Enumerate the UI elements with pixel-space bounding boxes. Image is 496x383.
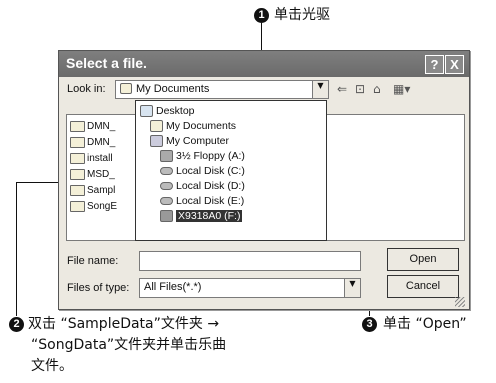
up-folder-icon[interactable]: ⊡	[355, 82, 365, 96]
callout-2-leader-h	[16, 182, 64, 183]
file-name: MSD_	[87, 169, 115, 181]
dropdown-item-local-disk-c[interactable]: Local Disk (C:)	[160, 164, 245, 178]
file-name: install	[87, 153, 113, 165]
chevron-down-icon[interactable]: ▼	[312, 81, 328, 98]
folder-icon	[70, 137, 85, 148]
select-file-dialog: Select a file. ? X Look in: My Documents…	[58, 50, 470, 310]
callout-2-leader-v	[16, 182, 17, 316]
dropdown-item-local-disk-e[interactable]: Local Disk (E:)	[160, 194, 244, 208]
callout-1-number: 1	[254, 8, 269, 23]
dropdown-item-desktop[interactable]: Desktop	[140, 104, 195, 118]
list-item[interactable]: Sampl	[70, 185, 115, 198]
file-name: SongE	[87, 201, 118, 213]
new-folder-icon[interactable]: ⌂	[373, 82, 381, 96]
file-name: DMN_	[87, 121, 116, 133]
open-button[interactable]: Open	[387, 248, 459, 271]
folder-icon	[70, 121, 85, 132]
list-item[interactable]: install	[70, 153, 113, 166]
cancel-button[interactable]: Cancel	[387, 275, 459, 298]
dropdown-item-local-disk-d[interactable]: Local Disk (D:)	[160, 179, 245, 193]
folder-icon	[120, 83, 132, 94]
removable-drive-icon	[160, 210, 173, 223]
close-button[interactable]: X	[445, 55, 464, 74]
view-menu-icon[interactable]: ▦▾	[393, 82, 410, 96]
disk-icon	[160, 182, 173, 191]
filetype-label: Files of type:	[67, 282, 130, 294]
file-name: Sampl	[87, 185, 116, 197]
desktop-icon	[140, 105, 153, 118]
computer-icon	[150, 135, 163, 148]
filetype-value: All Files(*.*)	[144, 281, 202, 293]
callout-3-number: 3	[362, 317, 377, 332]
filetype-select[interactable]: All Files(*.*) ▼	[139, 278, 361, 298]
dropdown-item-floppy[interactable]: 3½ Floppy (A:)	[160, 149, 245, 163]
filename-input[interactable]	[139, 251, 361, 271]
folder-icon	[150, 120, 163, 133]
disk-icon	[160, 197, 173, 206]
dropdown-item-drive-f-selected[interactable]: X9318A0 (F:)	[160, 209, 243, 223]
lookin-combobox[interactable]: My Documents ▼	[115, 80, 329, 99]
callout-2-number: 2	[9, 317, 24, 332]
callout-3-text: 单击 “Open”	[383, 316, 467, 332]
folder-icon	[70, 169, 85, 180]
lookin-label: Look in:	[67, 83, 106, 95]
dialog-title: Select a file.	[66, 55, 147, 71]
callout-2-line1: 双击 “SampleData”文件夹 →	[28, 316, 220, 332]
file-name: DMN_	[87, 137, 116, 149]
dropdown-item-my-computer[interactable]: My Computer	[150, 134, 229, 148]
dropdown-item-my-documents[interactable]: My Documents	[150, 119, 236, 133]
list-item[interactable]: SongE	[70, 201, 117, 214]
filename-label: File name:	[67, 255, 119, 267]
disk-icon	[160, 167, 173, 176]
callout-1-text: 单击光驱	[274, 7, 330, 23]
back-icon[interactable]: ⇐	[337, 82, 347, 96]
title-bar[interactable]: Select a file. ? X	[59, 51, 469, 77]
list-item[interactable]: DMN_	[70, 137, 115, 150]
folder-icon	[70, 201, 85, 212]
callout-2-line2: “SongData”文件夹并单击乐曲	[31, 337, 227, 353]
callout-2-line3: 文件。	[31, 358, 73, 374]
chevron-down-icon[interactable]: ▼	[344, 279, 360, 297]
lookin-value: My Documents	[136, 83, 210, 95]
folder-icon	[70, 185, 85, 196]
resize-grip-icon[interactable]	[455, 297, 465, 307]
floppy-icon	[160, 150, 173, 163]
list-item[interactable]: DMN_	[70, 121, 115, 134]
help-button[interactable]: ?	[425, 55, 444, 74]
list-item[interactable]: MSD_	[70, 169, 115, 182]
folder-icon	[70, 153, 85, 164]
lookin-dropdown-list[interactable]: Desktop My Documents My Computer 3½ Flop…	[135, 100, 327, 241]
